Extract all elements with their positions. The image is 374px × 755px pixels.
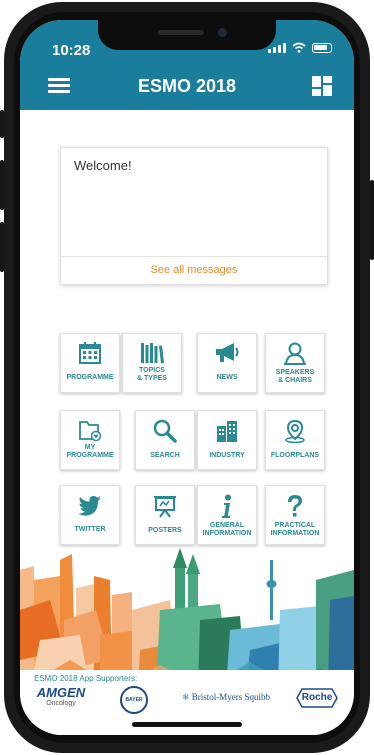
tile-general-information[interactable]: GENERAL INFORMATION bbox=[197, 485, 257, 545]
tile-programme[interactable]: PROGRAMME bbox=[60, 333, 120, 393]
tile-label: INDUSTRY bbox=[209, 452, 245, 459]
twitter-bird-icon bbox=[78, 495, 101, 516]
tile-label: PROGRAMME bbox=[66, 374, 114, 381]
calendar-icon bbox=[79, 342, 101, 364]
bms-logo[interactable]: ❄ Bristol-Myers Squibb bbox=[182, 692, 270, 703]
tile-posters[interactable]: POSTERS bbox=[135, 485, 195, 545]
info-icon bbox=[222, 494, 231, 518]
tile-topics-types[interactable]: TOPICS & TYPES bbox=[122, 333, 182, 393]
speaker-person-icon bbox=[284, 342, 306, 365]
tile-label: GENERAL INFORMATION bbox=[202, 522, 252, 537]
roche-wordmark: Roche bbox=[301, 692, 333, 703]
amgen-subtitle: Oncology bbox=[46, 700, 76, 707]
tile-label: TOPICS & TYPES bbox=[137, 367, 167, 382]
tile-industry[interactable]: INDUSTRY bbox=[197, 410, 257, 470]
tile-label: SEARCH bbox=[150, 452, 180, 459]
app-screen: 10:28 ESMO 2018 Welcome! See all message… bbox=[20, 20, 354, 735]
dashboard-layout-icon[interactable] bbox=[312, 76, 332, 96]
tile-label: TWITTER bbox=[74, 526, 106, 533]
roche-logo[interactable]: Roche bbox=[296, 688, 338, 708]
folder-heart-icon bbox=[79, 421, 102, 441]
tile-label: NEWS bbox=[216, 374, 238, 381]
welcome-divider bbox=[61, 256, 327, 257]
tile-my-programme[interactable]: MY PROGRAMME bbox=[60, 410, 120, 470]
status-icons bbox=[268, 42, 332, 53]
tile-label: PRACTICAL INFORMATION bbox=[270, 522, 320, 537]
bms-star-icon: ❄ bbox=[182, 692, 190, 702]
welcome-card: Welcome! See all messages bbox=[60, 147, 328, 285]
battery-icon bbox=[312, 43, 332, 53]
bms-wordmark: Bristol-Myers Squibb bbox=[191, 692, 271, 702]
bayer-logo[interactable]: BAYER bbox=[120, 686, 148, 714]
munich-skyline-illustration bbox=[20, 548, 354, 690]
wifi-icon bbox=[292, 42, 306, 53]
see-all-messages-link[interactable]: See all messages bbox=[61, 264, 327, 276]
phone-notch bbox=[98, 20, 276, 50]
bayer-wordmark: BAYER bbox=[125, 697, 143, 703]
amgen-logo[interactable]: AMGEN Oncology bbox=[36, 685, 86, 707]
power-button bbox=[370, 180, 374, 260]
tile-label: FLOORPLANS bbox=[270, 452, 320, 459]
app-header: 10:28 ESMO 2018 bbox=[20, 20, 354, 110]
buildings-icon bbox=[217, 421, 237, 442]
map-pin-icon bbox=[285, 419, 305, 443]
easel-icon bbox=[154, 496, 176, 518]
amgen-wordmark: AMGEN bbox=[36, 685, 86, 700]
welcome-title: Welcome! bbox=[74, 158, 132, 173]
tile-news[interactable]: NEWS bbox=[197, 333, 257, 393]
status-time: 10:28 bbox=[52, 42, 91, 59]
front-camera bbox=[218, 28, 227, 37]
tile-floorplans[interactable]: FLOORPLANS bbox=[265, 410, 325, 470]
tile-practical-information[interactable]: PRACTICAL INFORMATION bbox=[265, 485, 325, 545]
magnifier-icon bbox=[153, 419, 177, 443]
books-icon bbox=[141, 343, 164, 364]
tile-search[interactable]: SEARCH bbox=[135, 410, 195, 470]
tile-label: SPEAKERS & CHAIRS bbox=[275, 369, 315, 384]
question-icon bbox=[288, 495, 302, 517]
supporters-label: ESMO 2018 App Supporters: bbox=[34, 674, 138, 683]
home-indicator[interactable] bbox=[132, 722, 242, 727]
tile-label: POSTERS bbox=[148, 527, 182, 534]
tile-speakers-chairs[interactable]: SPEAKERS & CHAIRS bbox=[265, 333, 325, 393]
earpiece-speaker bbox=[158, 30, 204, 35]
app-title: ESMO 2018 bbox=[137, 76, 237, 96]
signal-icon bbox=[268, 43, 286, 53]
megaphone-icon bbox=[216, 343, 239, 362]
tile-label: MY PROGRAMME bbox=[66, 444, 114, 459]
tile-twitter[interactable]: TWITTER bbox=[60, 485, 120, 545]
